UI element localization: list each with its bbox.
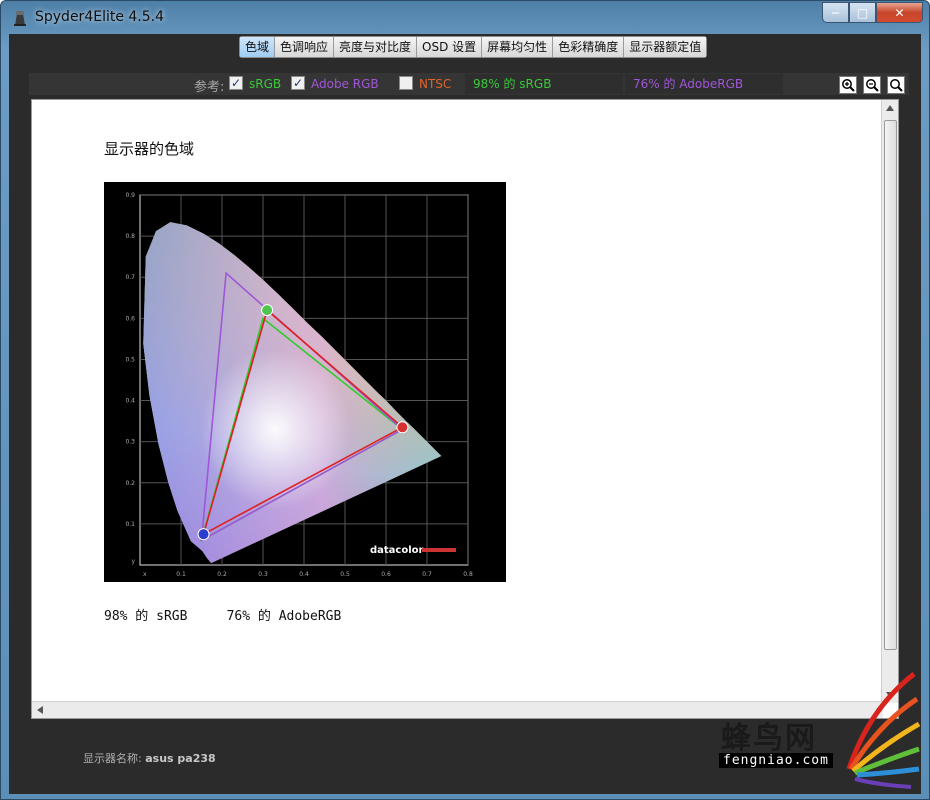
logo-text: datacolor [370, 545, 424, 556]
ntsc-checkbox-label: NTSC [419, 77, 452, 91]
maximize-icon: □ [856, 5, 869, 20]
tab-tone-response[interactable]: 色调响应 [275, 37, 335, 57]
y-axis-label: y [131, 558, 135, 565]
y-tick-label: 0.2 [125, 480, 135, 487]
x-tick-label: 0.2 [217, 571, 227, 578]
y-tick-label: 0.6 [125, 315, 135, 322]
page-title: 显示器的色域 [104, 140, 195, 158]
app-window: Spyder4Elite 4.5.4 ─ □ ✕ 色域 色调响应 亮度与对比度 … [0, 0, 930, 800]
report-panel: 显示器的色域 0.1 0.2 0.3 0.4 0.5 0.6 0.7 0.8 0… [31, 99, 899, 719]
window-title: Spyder4Elite 4.5.4 [35, 9, 165, 25]
datacolor-logo: datacolor [370, 545, 456, 556]
scroll-left-icon[interactable] [37, 706, 43, 714]
cie-chromaticity-diagram: 0.1 0.2 0.3 0.4 0.5 0.6 0.7 0.8 0.1 0.2 0.3 0.4 0.5 0… [125, 192, 473, 578]
close-icon: ✕ [894, 5, 905, 20]
zoom-out-icon [866, 79, 879, 92]
gamut-chart: 0.1 0.2 0.3 0.4 0.5 0.6 0.7 0.8 0.1 0.2 0.3 0.4 0.5 0… [104, 182, 506, 582]
x-tick-label: 0.1 [176, 571, 186, 578]
minimize-icon: ─ [831, 5, 840, 20]
white-point-glow [200, 349, 351, 510]
y-tick-label: 0.1 [125, 521, 135, 528]
checkmark-icon: ✓ [292, 76, 304, 90]
logo-bar [422, 548, 456, 552]
monitor-name-value: asus pa238 [145, 752, 216, 765]
tab-display-rating[interactable]: 显示器额定值 [624, 37, 707, 57]
srgb-checkbox[interactable]: ✓ [229, 76, 243, 90]
title-bar[interactable]: Spyder4Elite 4.5.4 ─ □ ✕ [1, 1, 929, 35]
tab-screen-uniformity[interactable]: 屏幕均匀性 [482, 37, 554, 57]
monitor-name-label: 显示器名称: [83, 752, 142, 765]
y-tick-label: 0.9 [125, 192, 135, 199]
window-controls: ─ □ ✕ [822, 2, 923, 24]
zoom-fit-icon [890, 79, 903, 92]
tab-color-accuracy[interactable]: 色彩精确度 [553, 37, 625, 57]
coverage-summary: 98% 的 sRGB 76% 的 AdobeRGB [104, 609, 342, 624]
tab-osd-settings[interactable]: OSD 设置 [417, 37, 483, 57]
y-tick-label: 0.3 [125, 439, 135, 446]
vertical-scrollbar[interactable] [881, 100, 898, 703]
scroll-thumb[interactable] [884, 120, 897, 650]
minimize-button[interactable]: ─ [822, 2, 849, 23]
zoom-fit-button[interactable] [887, 76, 905, 94]
zoom-in-icon [842, 79, 855, 92]
zoom-in-button[interactable] [839, 76, 857, 94]
adobergb-coverage-stat: 76% 的 AdobeRGB [625, 74, 783, 94]
y-tick-label: 0.8 [125, 233, 135, 240]
maximize-button[interactable]: □ [849, 2, 876, 23]
x-tick-label: 0.4 [299, 571, 309, 578]
spectral-locus [143, 222, 442, 563]
srgb-coverage-stat: 98% 的 sRGB [465, 74, 623, 94]
adobe-rgb-checkbox[interactable]: ✓ [291, 76, 305, 90]
spyder-app-icon [14, 11, 26, 26]
y-tick-label: 0.5 [125, 356, 135, 363]
watermark-url: fengniao.com [719, 753, 833, 768]
x-tick-label: 0.5 [340, 571, 350, 578]
zoom-out-button[interactable] [863, 76, 881, 94]
watermark-text: 蜂鸟网 [721, 721, 817, 756]
primary-b [197, 528, 210, 541]
x-tick-label: 0.7 [422, 571, 432, 578]
x-tick-label: 0.6 [381, 571, 391, 578]
primary-r [396, 421, 409, 434]
y-tick-label: 0.7 [125, 274, 135, 281]
close-button[interactable]: ✕ [876, 2, 923, 23]
fengniao-logo-icon [846, 672, 921, 789]
scroll-up-icon[interactable] [886, 105, 894, 111]
reference-label: 参考: [194, 80, 225, 95]
y-tick-label: 0.4 [125, 398, 135, 405]
x-axis-label: x [143, 571, 147, 578]
x-tick-label: 0.3 [258, 571, 268, 578]
client-area: 色域 色调响应 亮度与对比度 OSD 设置 屏幕均匀性 色彩精确度 显示器额定值… [9, 34, 921, 794]
ntsc-checkbox[interactable] [399, 76, 413, 90]
adobe-rgb-checkbox-label: Adobe RGB [311, 77, 379, 91]
srgb-checkbox-label: sRGB [249, 77, 282, 91]
primary-g [261, 304, 274, 317]
tab-bar: 色域 色调响应 亮度与对比度 OSD 设置 屏幕均匀性 色彩精确度 显示器额定值 [239, 36, 708, 58]
monitor-name: 显示器名称: asus pa238 [83, 750, 216, 766]
tab-brightness-contrast[interactable]: 亮度与对比度 [334, 37, 418, 57]
checkmark-icon: ✓ [230, 76, 242, 90]
x-tick-label: 0.8 [463, 571, 473, 578]
tab-gamut[interactable]: 色域 [240, 37, 276, 57]
reference-bar: 参考: ✓ sRGB ✓ Adobe RGB NTSC 98% 的 sRGB 7… [29, 73, 909, 95]
